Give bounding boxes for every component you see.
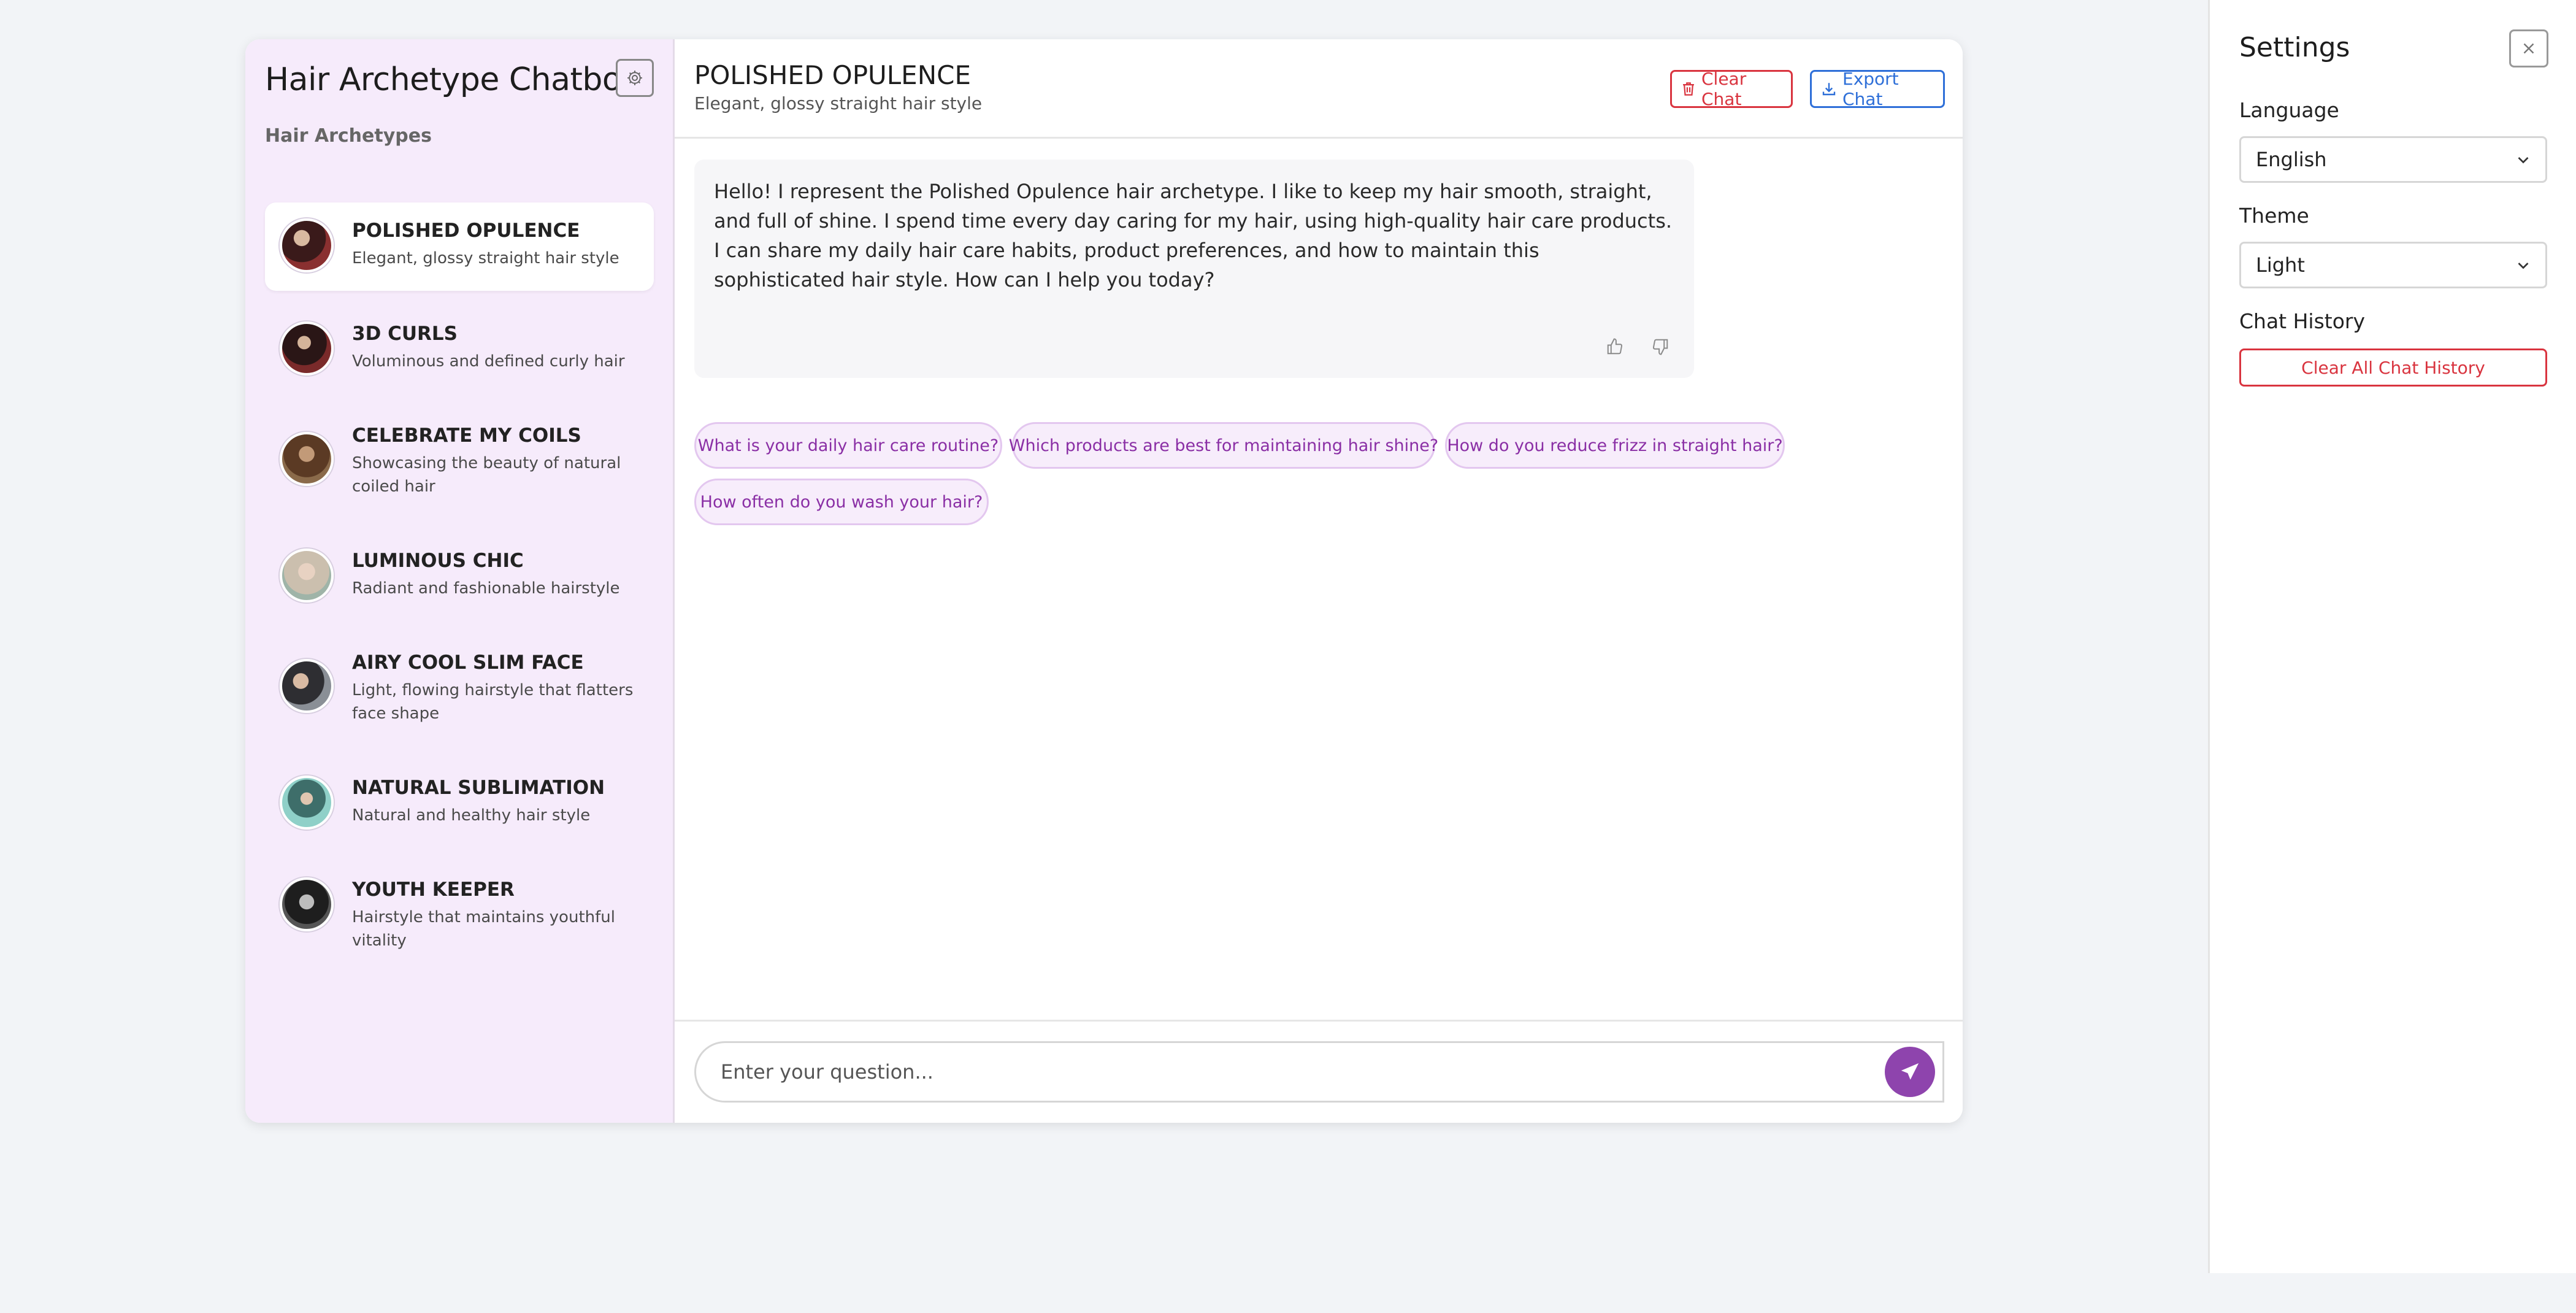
chat-input-bar: [675, 1020, 1963, 1123]
archetype-description: Showcasing the beauty of natural coiled …: [352, 454, 621, 496]
archetype-description: Natural and healthy hair style: [352, 806, 591, 825]
chat-panel: POLISHED OPULENCE Elegant, glossy straig…: [675, 39, 1963, 1123]
send-button[interactable]: [1885, 1047, 1935, 1097]
archetype-item-youth-keeper[interactable]: YOUTH KEEPER Hairstyle that maintains yo…: [265, 861, 654, 950]
avatar: [280, 218, 334, 272]
clear-chat-label: Clear Chat: [1701, 69, 1747, 109]
trash-icon: [1682, 81, 1695, 97]
settings-panel: Settings Language English Theme Light Ch…: [2208, 0, 2576, 1273]
avatar: [280, 776, 334, 830]
chat-input[interactable]: [719, 1043, 1823, 1101]
message-text: Hello! I represent the Polished Opulence…: [714, 180, 1673, 291]
close-icon: [2523, 43, 2534, 54]
avatar: [280, 549, 334, 603]
archetype-description: Elegant, glossy straight hair style: [352, 249, 619, 268]
avatar: [280, 877, 334, 931]
archetype-name: NATURAL SUBLIMATION: [352, 777, 605, 799]
chat-header: POLISHED OPULENCE Elegant, glossy straig…: [675, 39, 1963, 139]
download-icon: [1822, 82, 1836, 96]
language-select[interactable]: English: [2239, 136, 2547, 183]
language-label: Language: [2239, 98, 2339, 122]
archetype-item-airy-cool-slim-face[interactable]: AIRY COOL SLIM FACE Light, flowing hairs…: [265, 634, 654, 746]
archetypes-heading: Hair Archetypes: [265, 125, 432, 147]
chat-subtitle: Elegant, glossy straight hair style: [694, 93, 983, 114]
chat-history-label: Chat History: [2239, 309, 2366, 333]
clear-all-history-button[interactable]: Clear All Chat History: [2239, 348, 2547, 387]
chevron-down-icon: [2518, 157, 2529, 164]
settings-title: Settings: [2239, 32, 2350, 63]
avatar: [280, 322, 334, 375]
message-feedback: [1606, 337, 1669, 356]
archetype-item-luminous-chic[interactable]: LUMINOUS CHIC Radiant and fashionable ha…: [265, 533, 654, 621]
suggestion-chip[interactable]: How often do you wash your hair?: [694, 479, 989, 525]
suggestion-chip[interactable]: Which products are best for maintaining …: [1009, 422, 1438, 469]
sidebar: Hair Archetype Chatbot Hair Archetypes P…: [245, 39, 675, 1123]
theme-label: Theme: [2239, 204, 2309, 228]
archetype-name: LUMINOUS CHIC: [352, 550, 524, 572]
theme-value: Light: [2256, 253, 2305, 277]
archetype-name: CELEBRATE MY COILS: [352, 425, 581, 447]
gear-icon: [627, 71, 642, 85]
suggestion-chip[interactable]: What is your daily hair care routine?: [694, 422, 1002, 469]
chat-input-wrapper: [694, 1041, 1944, 1103]
archetype-item-polished-opulence[interactable]: POLISHED OPULENCE Elegant, glossy straig…: [265, 202, 654, 291]
settings-button[interactable]: [616, 59, 654, 97]
archetype-item-celebrate-my-coils[interactable]: CELEBRATE MY COILS Showcasing the beauty…: [265, 407, 654, 519]
chevron-down-icon: [2518, 263, 2529, 269]
archetype-description: Hairstyle that maintains youthful vitali…: [352, 908, 615, 950]
archetype-item-3d-curls[interactable]: 3D CURLS Voluminous and defined curly ha…: [265, 306, 654, 394]
suggestion-chip[interactable]: How do you reduce frizz in straight hair…: [1445, 422, 1785, 469]
archetype-name: 3D CURLS: [352, 323, 458, 345]
theme-select[interactable]: Light: [2239, 242, 2547, 288]
export-chat-button[interactable]: Export Chat: [1810, 69, 1945, 109]
thumbs-up-icon[interactable]: [1606, 337, 1624, 356]
archetype-item-natural-sublimation[interactable]: NATURAL SUBLIMATION Natural and healthy …: [265, 760, 654, 848]
bot-message: Hello! I represent the Polished Opulence…: [694, 160, 1694, 378]
archetype-description: Voluminous and defined curly hair: [352, 352, 625, 371]
chat-app-window: Hair Archetype Chatbot Hair Archetypes P…: [245, 39, 1963, 1123]
avatar: [280, 432, 334, 486]
archetype-name: YOUTH KEEPER: [352, 879, 515, 901]
archetype-description: Light, flowing hairstyle that flatters f…: [352, 681, 634, 723]
chat-title: POLISHED OPULENCE: [694, 60, 971, 90]
archetype-name: AIRY COOL SLIM FACE: [352, 652, 584, 674]
send-icon: [1901, 1063, 1919, 1080]
clear-chat-button[interactable]: Clear Chat: [1670, 69, 1793, 109]
export-chat-label: Export Chat: [1842, 69, 1899, 109]
avatar: [280, 659, 334, 713]
archetype-description: Radiant and fashionable hairstyle: [352, 579, 620, 598]
archetype-name: POLISHED OPULENCE: [352, 220, 580, 242]
language-value: English: [2256, 148, 2327, 171]
app-title: Hair Archetype Chatbot: [265, 61, 634, 98]
thumbs-down-icon[interactable]: [1651, 337, 1669, 356]
close-settings-button[interactable]: [2509, 29, 2548, 67]
